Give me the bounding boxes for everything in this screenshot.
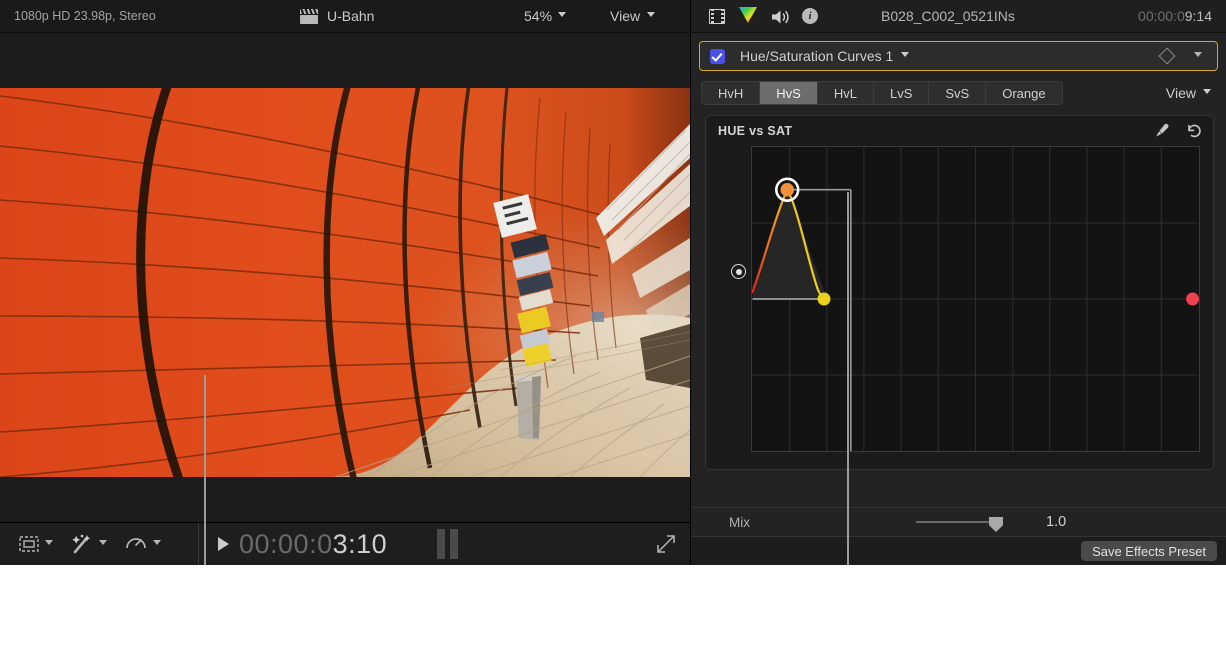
- viewer-view-menu[interactable]: View: [610, 8, 656, 24]
- viewer-view-label: View: [610, 8, 641, 24]
- toolbar-divider: [198, 523, 199, 566]
- viewer-project-title: U-Bahn: [327, 8, 375, 24]
- inspector-pane: i B028_C002_0521INs 00:00:09:14 Hue/Satu…: [690, 0, 1226, 565]
- effect-enable-checkbox[interactable]: [710, 48, 725, 64]
- save-effects-preset-button[interactable]: Save Effects Preset: [1081, 541, 1217, 561]
- viewer-image[interactable]: [0, 88, 690, 477]
- info-icon[interactable]: i: [802, 8, 818, 24]
- chevron-down-icon[interactable]: [901, 51, 910, 61]
- viewer-top-bar: 1080p HD 23.98p, Stereo U-Bahn 54% View: [0, 0, 690, 33]
- chevron-down-icon: [647, 11, 656, 21]
- chevron-down-icon: [558, 11, 567, 21]
- expand-fullscreen-icon[interactable]: [655, 533, 677, 555]
- curve-panel: HUE vs SAT: [705, 115, 1214, 470]
- enhance-tool-menu[interactable]: [70, 533, 108, 555]
- viewer-project: U-Bahn: [300, 8, 374, 24]
- eyedropper-icon[interactable]: [1153, 122, 1171, 140]
- callout-leader-left: [204, 375, 206, 590]
- curve-mode-tabs: HvH HvS HvL LvS SvS Orange View: [701, 81, 1218, 105]
- timecode-value: 00:00:03:10: [239, 529, 387, 560]
- timecode-leading: 00:00:0: [239, 528, 333, 559]
- callout-area: The viewer shows the saturation change. …: [0, 565, 1226, 660]
- effect-name: Hue/Saturation Curves 1: [740, 48, 894, 64]
- curve-view-menu[interactable]: View: [1166, 85, 1212, 101]
- app-root: 1080p HD 23.98p, Stereo U-Bahn 54% View: [0, 0, 1226, 660]
- viewer-zoom-menu[interactable]: 54%: [524, 8, 567, 24]
- viewer-zoom-value: 54%: [524, 8, 553, 24]
- mix-parameter-row: Mix 1.0: [691, 507, 1226, 537]
- mid-anchor[interactable]: [817, 292, 831, 306]
- curve-panel-header: HUE vs SAT: [706, 116, 1213, 146]
- tab-lvs[interactable]: LvS: [872, 81, 929, 105]
- chevron-down-icon: [99, 539, 108, 549]
- mix-value[interactable]: 1.0: [1046, 514, 1066, 530]
- tunnel-photo: [0, 88, 690, 477]
- radio-enabled-icon[interactable]: [731, 264, 746, 279]
- viewer-pane: 1080p HD 23.98p, Stereo U-Bahn 54% View: [0, 0, 690, 566]
- tab-hvh[interactable]: HvH: [701, 81, 760, 105]
- callout-leader-right: [847, 192, 849, 590]
- tab-orange[interactable]: Orange: [985, 81, 1063, 105]
- speaker-icon[interactable]: [771, 9, 789, 24]
- control-point-selected[interactable]: [780, 182, 794, 197]
- clip-name: B028_C002_0521INs: [881, 8, 1015, 24]
- timecode-trailing: 3:10: [332, 528, 388, 559]
- timecode-display[interactable]: 00:00:03:10: [218, 529, 387, 560]
- color-triangle-icon[interactable]: [738, 6, 758, 27]
- inspector-timecode: 00:00:09:14: [1138, 8, 1212, 24]
- mix-slider-track[interactable]: [916, 521, 998, 523]
- pause-bars-icon[interactable]: [437, 529, 458, 559]
- enhance-wand-icon: [72, 534, 91, 554]
- chevron-down-icon: [153, 539, 162, 549]
- inspector-footer: Save Effects Preset: [691, 537, 1226, 565]
- retime-speed-gauge-icon: [126, 538, 146, 549]
- hue-vs-sat-graph[interactable]: [751, 146, 1200, 452]
- play-triangle-icon[interactable]: [218, 537, 229, 551]
- retime-tool-menu[interactable]: [124, 534, 162, 554]
- mix-slider-handle[interactable]: [989, 517, 1003, 532]
- film-strip-icon[interactable]: [709, 8, 725, 24]
- inspector-header: i B028_C002_0521INs 00:00:09:14: [691, 0, 1226, 33]
- curve-view-label: View: [1165, 85, 1196, 101]
- tab-hvl[interactable]: HvL: [816, 81, 873, 105]
- curve-title: HUE vs SAT: [718, 124, 793, 138]
- transform-crop-icon: [19, 536, 39, 552]
- transform-tool-menu[interactable]: [18, 534, 54, 554]
- viewer-toolbar: 00:00:03:10: [0, 522, 690, 566]
- inspector-timecode-trailing: 9:14: [1184, 8, 1212, 24]
- inspector-timecode-leading: 00:00:0: [1138, 8, 1185, 24]
- effect-header-row[interactable]: Hue/Saturation Curves 1: [699, 41, 1218, 71]
- right-edge-anchor[interactable]: [1186, 292, 1199, 306]
- curve-plot[interactable]: [751, 146, 1200, 452]
- viewer-format-info: 1080p HD 23.98p, Stereo: [14, 9, 156, 23]
- keyframe-diamond-icon[interactable]: [1158, 47, 1176, 65]
- tab-hvs[interactable]: HvS: [759, 81, 817, 105]
- clapperboard-icon: [300, 8, 318, 24]
- tab-svs[interactable]: SvS: [928, 81, 986, 105]
- reset-undo-arrow-icon[interactable]: [1185, 122, 1203, 140]
- chevron-down-icon: [1203, 88, 1212, 98]
- chevron-down-icon[interactable]: [1194, 51, 1203, 61]
- chevron-down-icon: [45, 539, 54, 549]
- mix-label: Mix: [729, 514, 750, 530]
